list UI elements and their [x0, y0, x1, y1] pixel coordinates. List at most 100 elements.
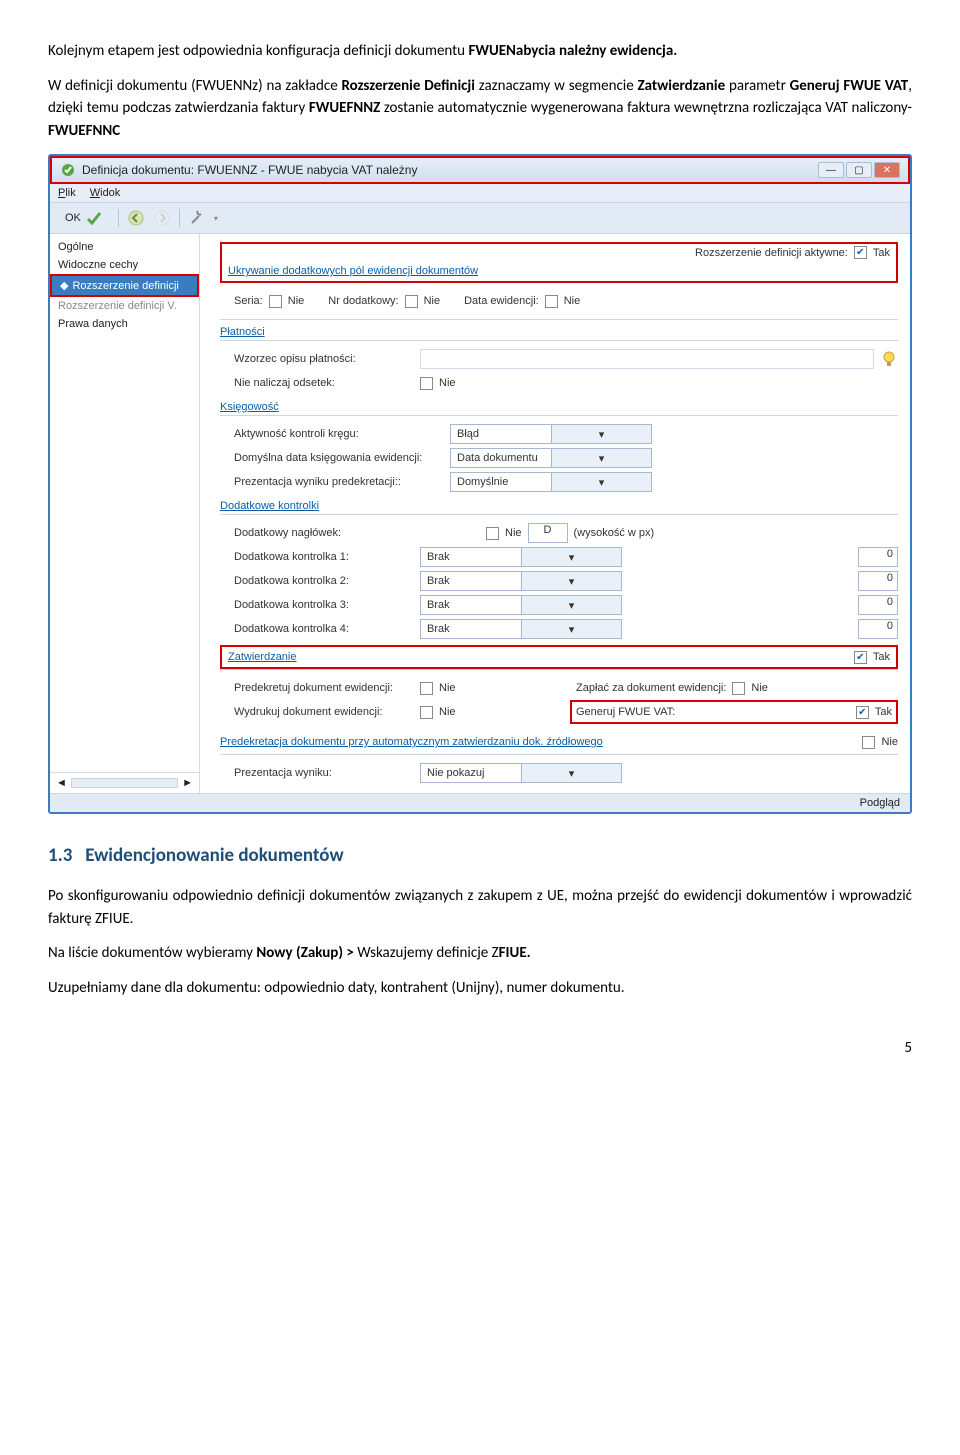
chevron-down-icon[interactable]: ▾ — [521, 596, 621, 614]
text: W definicji dokumentu (FWUENNz) na zakła… — [48, 77, 342, 95]
chk-zaplac[interactable] — [732, 682, 745, 695]
close-button[interactable]: ✕ — [874, 162, 900, 178]
maximize-button[interactable]: ▢ — [846, 162, 872, 178]
chevron-down-icon[interactable]: ▾ — [551, 449, 651, 467]
chk-generuj-fwue[interactable]: ✔ — [856, 706, 869, 719]
combo-akt-kregu[interactable]: Błąd▾ — [450, 424, 652, 444]
chk-auto-predekret[interactable] — [862, 736, 875, 749]
titlebar[interactable]: Definicja dokumentu: FWUENNZ - FWUE naby… — [50, 156, 910, 184]
text-bold: FWUEFNNZ — [309, 99, 380, 117]
label-ctrl2: Dodatkowa kontrolka 2: — [234, 575, 414, 587]
scroll-right-icon[interactable]: ► — [182, 777, 193, 789]
input-wzorzec[interactable] — [420, 349, 874, 369]
menu-plik[interactable]: Plik — [58, 187, 76, 199]
val-zaplac: Nie — [751, 682, 768, 694]
nav-back-icon[interactable] — [127, 209, 145, 227]
side-nav: Ogólne Widoczne cechy ◆ Rozszerzenie def… — [50, 234, 200, 793]
input-ctrl2-val[interactable]: 0 — [858, 571, 898, 591]
val-zatwierdzanie: Tak — [873, 651, 890, 663]
val-dataew: Nie — [564, 295, 581, 307]
section-heading: 1.3 Ewidencjonowanie dokumentów — [48, 844, 912, 867]
chevron-down-icon[interactable]: ▾ — [521, 548, 621, 566]
text: zostanie automatycznie wygenerowana fakt… — [380, 99, 912, 117]
chk-zatwierdzanie[interactable]: ✔ — [854, 651, 867, 664]
val-wydrukuj: Nie — [439, 706, 456, 718]
combo-dom-data[interactable]: Data dokumentu▾ — [450, 448, 652, 468]
nav-widoczne-cechy[interactable]: Widoczne cechy — [50, 256, 199, 274]
combo-ctrl4[interactable]: Brak▾ — [420, 619, 622, 639]
pointer-icon: ◆ — [60, 279, 68, 292]
dropdown-arrow-icon[interactable]: ▾ — [214, 214, 218, 223]
label-dom-data: Domyślna data księgowania ewidencji: — [234, 452, 444, 464]
nav-ogolne[interactable]: Ogólne — [50, 238, 199, 256]
chk-nrdod[interactable] — [405, 295, 418, 308]
label-wzorzec: Wzorzec opisu płatności: — [234, 353, 414, 365]
text-bold: Nowy (Zakup) > — [256, 944, 357, 962]
input-ctrl4-val[interactable]: 0 — [858, 619, 898, 639]
text: Na liście dokumentów wybieramy — [48, 944, 256, 962]
scroll-left-icon[interactable]: ◄ — [56, 777, 67, 789]
hint-px: (wysokość w px) — [574, 527, 655, 539]
combo-value: Brak — [421, 623, 521, 635]
chk-predekretuj[interactable] — [420, 682, 433, 695]
minimize-button[interactable]: — — [818, 162, 844, 178]
label-nieodsetek: Nie naliczaj odsetek: — [234, 377, 414, 389]
combo-value: Domyślnie — [451, 476, 551, 488]
input-ctrl1-val[interactable]: 0 — [858, 547, 898, 567]
combo-value: Data dokumentu — [451, 452, 551, 464]
group-hide-fields: Ukrywanie dodatkowych pól ewidencji doku… — [228, 265, 890, 277]
status-podglad[interactable]: Podgląd — [860, 797, 900, 809]
val-nrdod: Nie — [424, 295, 441, 307]
label-seria: Seria: — [234, 295, 263, 307]
text-bold: Zatwierdzanie — [638, 77, 726, 95]
group-platnosci: Płatności — [220, 326, 898, 338]
chk-add-hdr[interactable] — [486, 527, 499, 540]
label-prez-predekret: Prezentacja wyniku predekretacji:: — [234, 476, 444, 488]
chk-wydrukuj[interactable] — [420, 706, 433, 719]
combo-ctrl1[interactable]: Brak▾ — [420, 547, 622, 567]
section-p2: Na liście dokumentów wybieramy Nowy (Zak… — [48, 942, 912, 965]
val-nieodsetek: Nie — [439, 377, 456, 389]
chevron-down-icon[interactable]: ▾ — [521, 620, 621, 638]
chevron-down-icon[interactable]: ▾ — [521, 764, 621, 782]
text: parametr — [725, 77, 789, 95]
combo-ctrl3[interactable]: Brak▾ — [420, 595, 622, 615]
combo-ctrl2[interactable]: Brak▾ — [420, 571, 622, 591]
nav-label: Rozszerzenie definicji — [72, 280, 178, 292]
chk-seria[interactable] — [269, 295, 282, 308]
ok-button[interactable]: OK — [58, 206, 110, 230]
text-bold: Generuj FWUE VAT — [790, 77, 909, 95]
input-add-hdr-d[interactable]: D — [528, 523, 568, 543]
ext-active-checkbox[interactable]: ✔ — [854, 246, 867, 259]
toolbar: OK ▾ — [50, 202, 910, 234]
statusbar: Podgląd — [50, 793, 910, 812]
label-generuj-fwue: Generuj FWUE VAT: — [576, 706, 850, 718]
chk-nieodsetek[interactable] — [420, 377, 433, 390]
nav-scroll[interactable]: ◄ ► — [50, 772, 199, 793]
combo-value: Nie pokazuj — [421, 767, 521, 779]
nav-prawa-danych[interactable]: Prawa danych — [50, 315, 199, 333]
text-bold: Rozszerzenie Definicji — [342, 77, 475, 95]
val-add-hdr: Nie — [505, 527, 522, 539]
combo-autopre-prez[interactable]: Nie pokazuj▾ — [420, 763, 622, 783]
label-wydrukuj: Wydrukuj dokument ewidencji: — [234, 706, 414, 718]
scrollbar-track[interactable] — [71, 778, 178, 788]
separator — [179, 209, 180, 227]
chevron-down-icon[interactable]: ▾ — [551, 473, 651, 491]
text: Wskazujemy definicje Z — [357, 944, 498, 962]
input-ctrl3-val[interactable]: 0 — [858, 595, 898, 615]
nav-fwd-icon[interactable] — [153, 209, 171, 227]
label-zaplac: Zapłać za dokument ewidencji: — [576, 682, 726, 694]
menu-widok[interactable]: Widok — [90, 187, 121, 199]
text: Kolejnym etapem jest odpowiednia konfigu… — [48, 42, 468, 60]
tools-icon[interactable] — [188, 209, 206, 227]
group-dodatkowe-kontrolki: Dodatkowe kontrolki — [220, 500, 898, 512]
nav-rozszerzenie-definicji[interactable]: ◆ Rozszerzenie definicji — [50, 274, 199, 297]
chevron-down-icon[interactable]: ▾ — [521, 572, 621, 590]
chevron-down-icon[interactable]: ▾ — [551, 425, 651, 443]
nav-rozszerzenie-definicji-v[interactable]: Rozszerzenie definicji V. — [50, 297, 199, 315]
chk-dataew[interactable] — [545, 295, 558, 308]
lightbulb-icon[interactable] — [880, 350, 898, 368]
group-zatwierdzanie: Zatwierdzanie — [228, 651, 848, 663]
combo-prez-predekret[interactable]: Domyślnie▾ — [450, 472, 652, 492]
